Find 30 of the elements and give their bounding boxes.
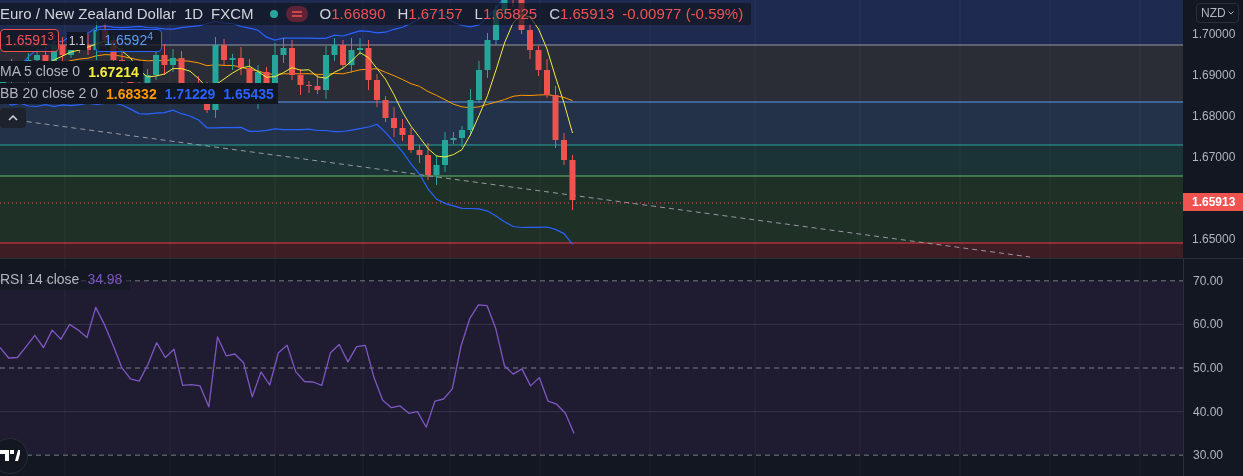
indicator-name: MA 5 close 0 bbox=[0, 62, 81, 81]
interval-label: 1D bbox=[183, 3, 204, 24]
currency-button[interactable]: NZD bbox=[1196, 3, 1239, 23]
rsi-value: 34.98 bbox=[87, 270, 123, 289]
ohlc-value: O1.66890 bbox=[319, 3, 386, 24]
rsi-tick: 50.00 bbox=[1193, 361, 1224, 375]
price-tick: 1.67000 bbox=[1192, 150, 1236, 164]
symbol-title: Euro / New Zealand Dollar bbox=[0, 3, 176, 24]
price-tick: 1.69000 bbox=[1192, 68, 1236, 82]
price-tick: 1.68000 bbox=[1192, 109, 1236, 123]
chevron-up-icon bbox=[8, 115, 18, 121]
ohlc-value: L1.65825 bbox=[474, 3, 538, 24]
rsi-label: RSI 14 close bbox=[0, 270, 80, 289]
rsi-tick: 40.00 bbox=[1193, 404, 1224, 419]
buy-price[interactable]: 1.6592$^{4}$ bbox=[95, 29, 163, 52]
ohlc-value: C1.65913 bbox=[549, 3, 615, 24]
collapse-button[interactable] bbox=[0, 108, 26, 128]
price-tick: 1.70000 bbox=[1192, 27, 1236, 41]
ohlc-value: H1.67157 bbox=[397, 3, 463, 24]
price-tick: 1.65000 bbox=[1192, 232, 1236, 246]
sell-price[interactable]: 1.6591$^{3}$ bbox=[0, 29, 59, 52]
rsi-tick: 30.00 bbox=[1193, 448, 1224, 463]
chevron-down-icon bbox=[1227, 11, 1234, 15]
logo-icon[interactable] bbox=[0, 438, 28, 474]
rsi-tick: 70.00 bbox=[1193, 273, 1224, 288]
change-value: -0.00977 (-0.59%) bbox=[622, 3, 744, 24]
last-price-tag: 1.65913 bbox=[1183, 193, 1243, 211]
indicator-name: BB 20 close 2 0 bbox=[0, 84, 99, 103]
rsi-tick: 60.00 bbox=[1193, 317, 1224, 332]
exchange-label: FXCM bbox=[211, 3, 254, 24]
